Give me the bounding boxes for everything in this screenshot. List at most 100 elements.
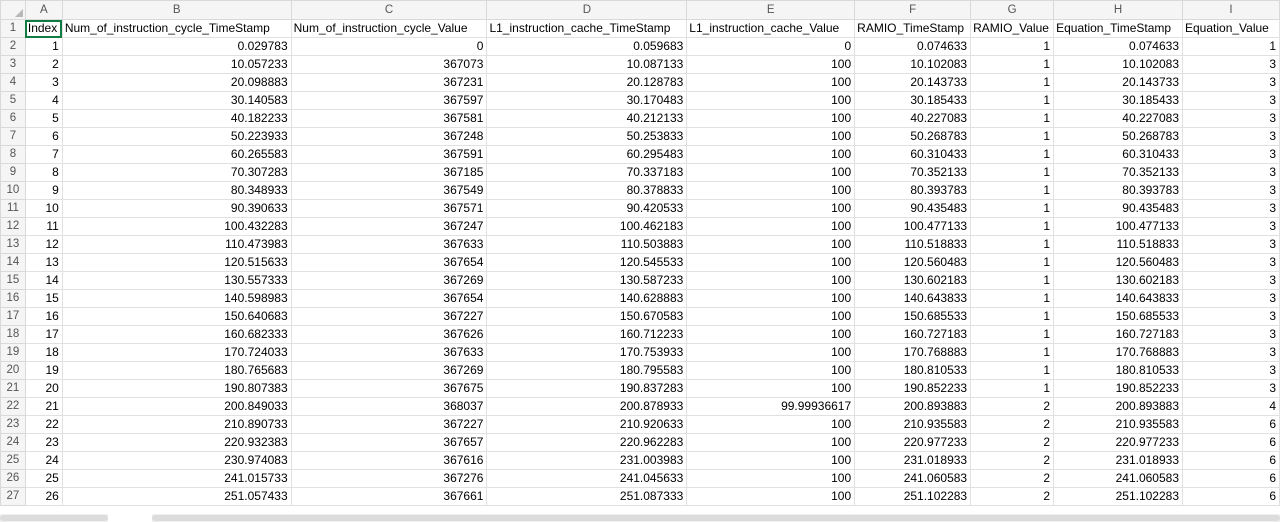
table-cell[interactable]: 2 — [970, 433, 1055, 452]
table-cell[interactable]: 100 — [686, 181, 856, 200]
table-cell[interactable]: 0.059683 — [486, 37, 688, 56]
table-cell[interactable]: 3 — [1182, 163, 1280, 182]
table-cell[interactable]: 0 — [290, 37, 488, 56]
column-header[interactable]: H — [1053, 0, 1183, 20]
table-cell[interactable]: 30.170483 — [486, 91, 688, 110]
table-cell[interactable]: 150.640683 — [61, 307, 292, 326]
table-cell[interactable]: 170.724033 — [61, 343, 292, 362]
table-cell[interactable]: 180.795583 — [486, 361, 688, 380]
table-cell[interactable]: 90.435483 — [854, 199, 972, 218]
table-cell[interactable]: 7 — [24, 145, 63, 164]
row-number[interactable]: 24 — [0, 433, 26, 452]
table-cell[interactable]: 60.310433 — [1053, 145, 1183, 164]
table-cell[interactable]: 12 — [24, 235, 63, 254]
table-cell[interactable]: 110.503883 — [486, 235, 688, 254]
table-cell[interactable]: 367591 — [290, 145, 488, 164]
table-cell[interactable]: 1 — [970, 361, 1055, 380]
row-number[interactable]: 13 — [0, 235, 26, 254]
table-cell[interactable]: 170.768883 — [854, 343, 972, 362]
row-number[interactable]: 15 — [0, 271, 26, 290]
row-number[interactable]: 26 — [0, 469, 26, 488]
row-number[interactable]: 3 — [0, 55, 26, 74]
table-cell[interactable]: 3 — [1182, 289, 1280, 308]
table-cell[interactable]: 70.307283 — [61, 163, 292, 182]
row-number[interactable]: 16 — [0, 289, 26, 308]
row-number[interactable]: 5 — [0, 91, 26, 110]
table-cell[interactable]: 70.337183 — [486, 163, 688, 182]
table-cell[interactable]: 1 — [1182, 37, 1280, 56]
row-number[interactable]: 6 — [0, 109, 26, 128]
table-cell[interactable]: 80.393783 — [1053, 181, 1183, 200]
table-cell[interactable]: 100 — [686, 325, 856, 344]
table-cell[interactable]: 2 — [970, 451, 1055, 470]
table-cell[interactable]: 100 — [686, 451, 856, 470]
table-cell[interactable]: 100 — [686, 217, 856, 236]
row-number[interactable]: 18 — [0, 325, 26, 344]
table-cell[interactable]: 0 — [686, 37, 856, 56]
table-cell[interactable]: 3 — [1182, 307, 1280, 326]
table-cell[interactable]: 130.587233 — [486, 271, 688, 290]
table-cell[interactable]: 367654 — [290, 253, 488, 272]
table-cell[interactable]: 100 — [686, 199, 856, 218]
row-number[interactable]: 4 — [0, 73, 26, 92]
column-header[interactable]: G — [970, 0, 1055, 20]
table-cell[interactable]: 10.102083 — [854, 55, 972, 74]
table-cell[interactable]: 190.852233 — [1053, 379, 1183, 398]
table-cell[interactable]: 367626 — [290, 325, 488, 344]
table-cell[interactable]: 100 — [686, 307, 856, 326]
table-cell[interactable]: 3 — [1182, 73, 1280, 92]
table-cell[interactable]: 9 — [24, 181, 63, 200]
table-cell[interactable]: 140.643833 — [1053, 289, 1183, 308]
table-cell[interactable]: 100 — [686, 271, 856, 290]
table-cell[interactable]: 231.003983 — [486, 451, 688, 470]
row-number[interactable]: 11 — [0, 199, 26, 218]
table-cell[interactable]: 367675 — [290, 379, 488, 398]
table-cell[interactable]: 170.768883 — [1053, 343, 1183, 362]
table-cell[interactable]: 100 — [686, 289, 856, 308]
table-cell[interactable]: 251.057433 — [61, 487, 292, 506]
table-cell[interactable]: 241.060583 — [854, 469, 972, 488]
table-cell[interactable]: 90.390633 — [61, 199, 292, 218]
table-cell[interactable]: 251.102283 — [1053, 487, 1183, 506]
table-cell[interactable]: 160.682333 — [61, 325, 292, 344]
table-cell[interactable]: 160.727183 — [1053, 325, 1183, 344]
row-number[interactable]: 20 — [0, 361, 26, 380]
table-cell[interactable]: 100 — [686, 415, 856, 434]
table-cell[interactable]: 20.098883 — [61, 73, 292, 92]
table-cell[interactable]: 190.807383 — [61, 379, 292, 398]
table-cell[interactable]: 22 — [24, 415, 63, 434]
column-header[interactable]: C — [290, 0, 488, 20]
row-number[interactable]: 21 — [0, 379, 26, 398]
table-cell[interactable]: 1 — [970, 145, 1055, 164]
table-cell[interactable]: 210.935583 — [854, 415, 972, 434]
table-cell[interactable]: 24 — [24, 451, 63, 470]
table-cell[interactable]: 200.878933 — [486, 397, 688, 416]
table-cell[interactable]: 26 — [24, 487, 63, 506]
table-cell[interactable]: 100 — [686, 55, 856, 74]
table-cell[interactable]: 200.849033 — [61, 397, 292, 416]
table-cell[interactable]: 6 — [24, 127, 63, 146]
header-cell[interactable]: L1_instruction_cache_TimeStamp — [486, 19, 688, 38]
table-cell[interactable]: 220.977233 — [1053, 433, 1183, 452]
table-cell[interactable]: 19 — [24, 361, 63, 380]
row-number[interactable]: 25 — [0, 451, 26, 470]
table-cell[interactable]: 70.352133 — [1053, 163, 1183, 182]
table-cell[interactable]: 367073 — [290, 55, 488, 74]
table-cell[interactable]: 100 — [686, 127, 856, 146]
table-cell[interactable]: 60.265583 — [61, 145, 292, 164]
table-cell[interactable]: 30.185433 — [1053, 91, 1183, 110]
table-cell[interactable]: 1 — [970, 37, 1055, 56]
table-cell[interactable]: 5 — [24, 109, 63, 128]
table-cell[interactable]: 160.727183 — [854, 325, 972, 344]
table-cell[interactable]: 3 — [1182, 109, 1280, 128]
table-cell[interactable]: 367654 — [290, 289, 488, 308]
table-cell[interactable]: 3 — [1182, 343, 1280, 362]
table-cell[interactable]: 120.545533 — [486, 253, 688, 272]
table-cell[interactable]: 40.227083 — [854, 109, 972, 128]
table-cell[interactable]: 3 — [1182, 235, 1280, 254]
table-cell[interactable]: 80.348933 — [61, 181, 292, 200]
table-cell[interactable]: 20.143733 — [1053, 73, 1183, 92]
table-cell[interactable]: 17 — [24, 325, 63, 344]
table-cell[interactable]: 99.99936617 — [686, 397, 856, 416]
table-cell[interactable]: 60.295483 — [486, 145, 688, 164]
